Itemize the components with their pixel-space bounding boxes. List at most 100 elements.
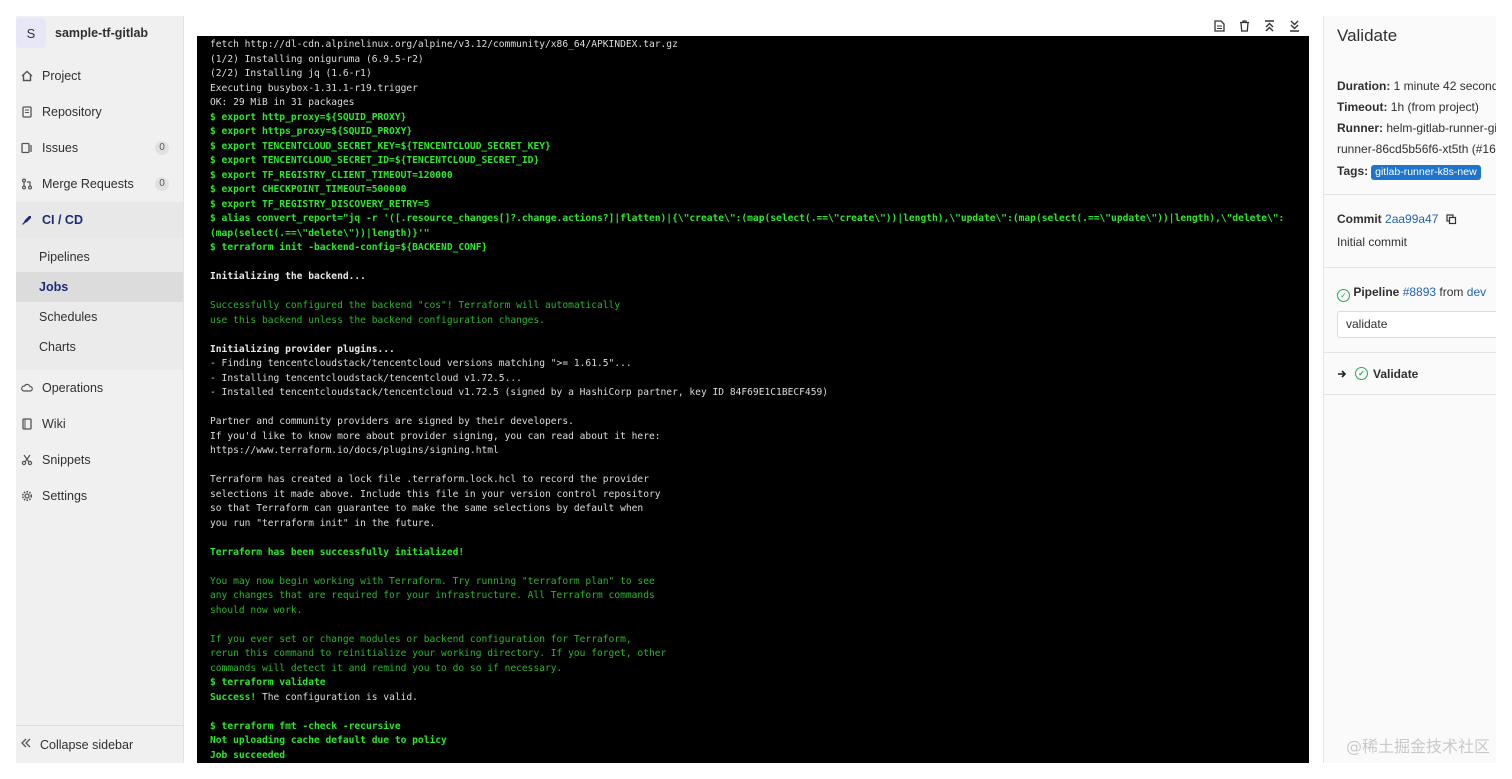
log-line: $ export CHECKPOINT_TIMEOUT=500000 [210, 184, 407, 195]
sidebar-item-operations[interactable]: Operations [16, 370, 183, 406]
runner-row-cont: runner-86cd5b56f6-xt5th (#16 [1337, 139, 1496, 160]
cicd-subnav: Pipelines Jobs Schedules Charts [16, 238, 183, 370]
merge-requests-count-badge: 0 [155, 177, 169, 191]
sidebar-item-label: Project [42, 69, 81, 83]
scroll-to-bottom-icon [1289, 20, 1299, 32]
log-line: OK: 29 MiB in 31 packages [210, 97, 355, 108]
scissors-icon [20, 453, 34, 467]
avatar: S [16, 18, 46, 48]
log-line: Initializing the backend... [210, 271, 366, 282]
log-line: $ export http_proxy=${SQUID_PROXY} [210, 111, 407, 123]
runner-value-cont: runner-86cd5b56f6-xt5th (#16 [1337, 142, 1496, 156]
sidebar-subitem-schedules[interactable]: Schedules [16, 302, 183, 332]
merge-request-icon [20, 177, 34, 191]
log-line: Initializing provider plugins... [210, 343, 395, 355]
project-header[interactable]: S sample-tf-gitlab [16, 16, 183, 50]
cloud-gear-icon [20, 381, 34, 395]
sidebar-item-repository[interactable]: Repository [16, 94, 183, 130]
commit-row: Commit 2aa99a47 [1337, 209, 1496, 232]
sidebar-item-label: CI / CD [42, 213, 83, 227]
log-line: use this backend unless the backend conf… [210, 314, 546, 326]
erase-log-button[interactable] [1236, 18, 1252, 34]
log-line: - Finding tencentcloudstack/tencentcloud… [210, 358, 632, 369]
pipeline-link[interactable]: #8893 [1403, 285, 1436, 299]
scroll-bottom-button[interactable] [1286, 18, 1302, 34]
sidebar-subitem-pipelines[interactable]: Pipelines [16, 242, 183, 272]
log-line: Not uploading cache default due to polic… [210, 735, 447, 746]
sidebar-item-merge-requests[interactable]: Merge Requests 0 [16, 166, 183, 202]
commit-message: Initial commit [1337, 235, 1408, 249]
sidebar-item-label: Operations [42, 381, 104, 395]
job-name: Validate [1373, 366, 1419, 381]
collapse-sidebar-button[interactable]: Collapse sidebar [16, 725, 183, 763]
job-info: Duration: 1 minute 42 seconds Timeout: 1… [1324, 60, 1496, 195]
sidebar-item-snippets[interactable]: Snippets [16, 442, 183, 478]
log-line: If you'd like to know more about provide… [210, 430, 661, 442]
watermark: @稀土掘金技术社区 [1345, 737, 1490, 756]
commit-block: Commit 2aa99a47 Initial commit [1324, 195, 1496, 268]
log-line: $ export TENCENTCLOUD_SECRET_KEY=${TENCE… [210, 140, 551, 152]
rocket-icon [20, 213, 34, 227]
collapse-sidebar-label: Collapse sidebar [40, 737, 134, 752]
sidebar-item-wiki[interactable]: Wiki [16, 406, 183, 442]
sidebar-item-issues[interactable]: Issues 0 [16, 130, 183, 166]
job-sidebar: Validate Duration: 1 minute 42 seconds T… [1323, 16, 1496, 763]
duration-value: 1 minute 42 seconds [1393, 79, 1496, 93]
log-line: (1/2) Installing oniguruma (6.9.5-r2) [210, 53, 424, 65]
sidebar-item-label: Repository [42, 105, 102, 119]
timeout-row: Timeout: 1h (from project) [1337, 97, 1496, 118]
runner-tag-badge: gitlab-runner-k8s-new [1371, 165, 1481, 180]
sidebar-subitem-charts[interactable]: Charts [16, 332, 183, 362]
job-log: fetch http://dl-cdn.alpinelinux.org/alpi… [197, 36, 1309, 763]
passed-status-icon: ✓ [1337, 289, 1350, 302]
log-toolbar [197, 16, 1309, 36]
log-line: $ export https_proxy=${SQUID_PROXY} [210, 126, 413, 137]
success-word: Success! [210, 691, 257, 703]
copy-icon[interactable] [1446, 211, 1457, 232]
sidebar-item-project[interactable]: Project [16, 58, 183, 94]
log-line: - Installed tencentcloudstack/tencentclo… [210, 387, 829, 398]
issues-count-badge: 0 [155, 141, 169, 155]
commit-label: Commit [1337, 212, 1382, 226]
trash-icon [1239, 20, 1249, 32]
tags-label: Tags: [1337, 164, 1369, 178]
runner-value: helm-gitlab-runner-gi [1386, 121, 1496, 135]
log-line: Terraform has created a lock file .terra… [210, 474, 649, 485]
log-line: Partner and community providers are sign… [210, 416, 574, 427]
job-list-item[interactable]: ✓ Validate [1324, 353, 1496, 395]
log-line: so that Terraform can guarantee to make … [210, 503, 644, 514]
timeout-label: Timeout: [1337, 100, 1388, 114]
issues-icon [20, 141, 34, 155]
project-name: sample-tf-gitlab [55, 26, 149, 40]
pipeline-from-text: from [1439, 285, 1464, 299]
pipeline-label: Pipeline [1353, 285, 1400, 299]
log-line: Success! The configuration is valid. [210, 691, 418, 703]
sidebar-item-label: Merge Requests [42, 177, 134, 191]
branch-link[interactable]: dev [1467, 285, 1486, 299]
log-line: $ export TENCENTCLOUD_SECRET_ID=${TENCEN… [210, 155, 540, 166]
duration-row: Duration: 1 minute 42 seconds [1337, 76, 1496, 97]
log-line: fetch http://dl-cdn.alpinelinux.org/alpi… [210, 39, 678, 50]
log-line: rerun this command to reinitialize your … [210, 648, 667, 659]
log-line: Successfully configured the backend "cos… [210, 300, 621, 311]
pipeline-row: ✓ Pipeline #8893 from dev [1337, 282, 1496, 303]
sidebar-item-settings[interactable]: Settings [16, 478, 183, 514]
file-icon [1213, 20, 1225, 32]
log-line: you run "terraform init" in the future. [210, 517, 436, 529]
log-line: $ export TF_REGISTRY_CLIENT_TIMEOUT=1200… [210, 169, 453, 181]
stage-dropdown[interactable]: validate [1337, 311, 1496, 338]
sidebar-subitem-jobs[interactable]: Jobs [16, 272, 183, 302]
duration-label: Duration: [1337, 79, 1391, 93]
log-line: - Installing tencentcloudstack/tencentcl… [210, 372, 522, 384]
sidebar-item-label: Wiki [42, 417, 66, 431]
pipeline-block: ✓ Pipeline #8893 from dev validate [1324, 268, 1496, 353]
raw-log-button[interactable] [1211, 18, 1227, 34]
scroll-top-button[interactable] [1261, 18, 1277, 34]
sidebar-item-cicd[interactable]: CI / CD [16, 202, 183, 238]
commit-sha-link[interactable]: 2aa99a47 [1385, 212, 1438, 226]
